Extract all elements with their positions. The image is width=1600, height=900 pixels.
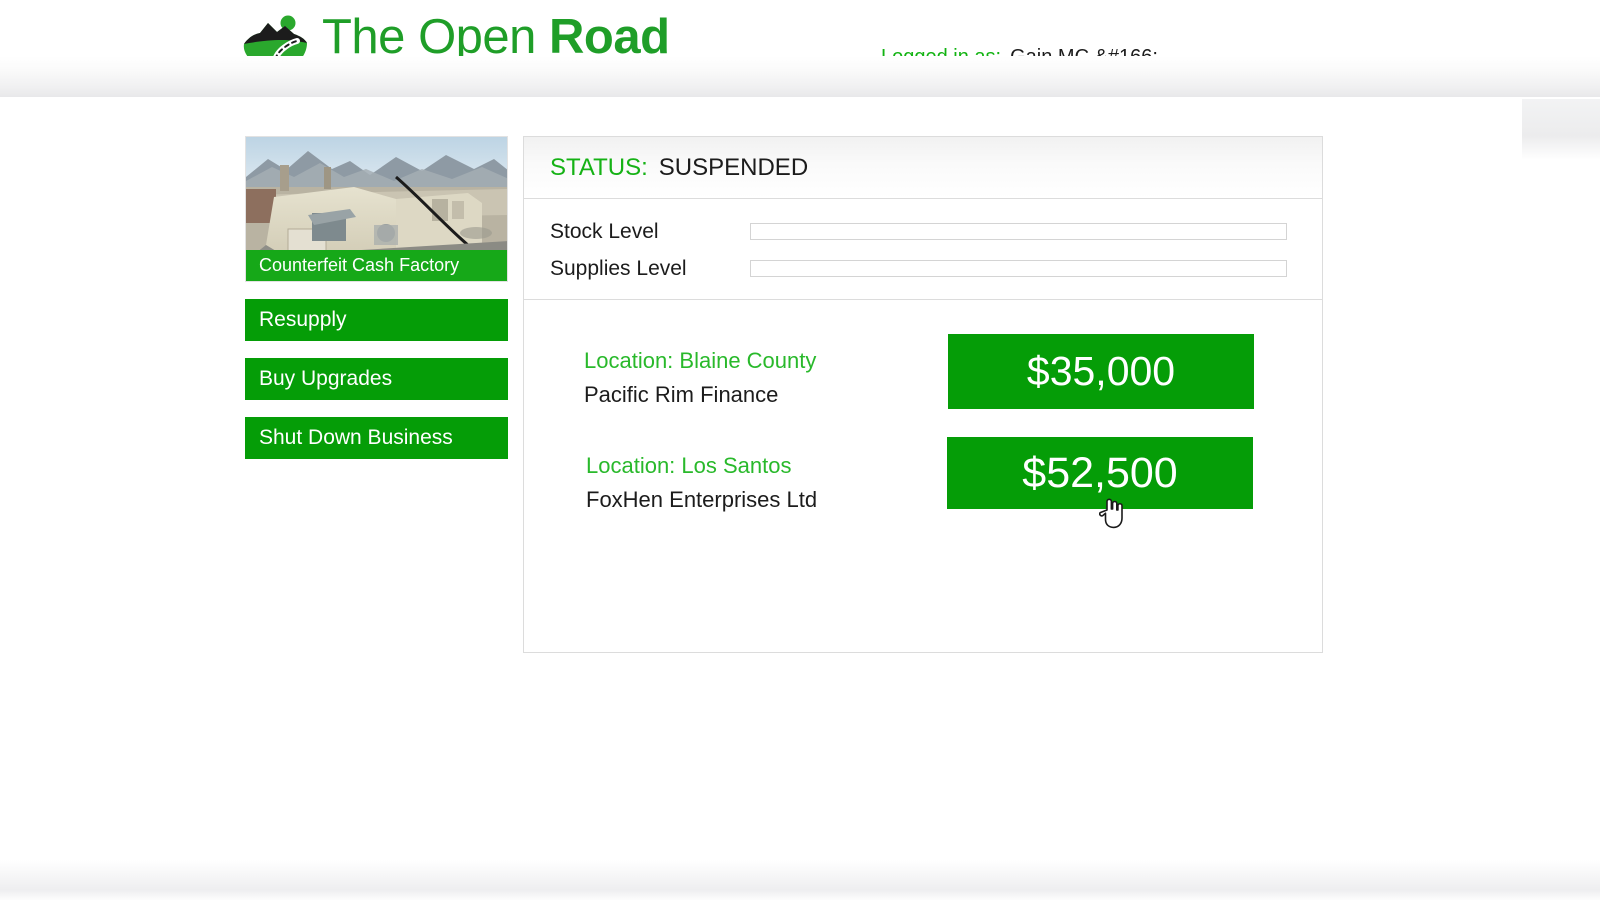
header-divider-line (0, 97, 1600, 99)
business-name-caption: Counterfeit Cash Factory (246, 250, 507, 281)
supplies-level-row: Supplies Level (524, 250, 1322, 287)
deal-location: Location: Blaine County (584, 348, 817, 373)
stock-level-row: Stock Level (524, 213, 1322, 250)
deal-info: Location: Los Santos FoxHen Enterprises … (584, 437, 924, 517)
stock-level-meter (750, 223, 1287, 240)
status-badge: SUSPENDED (658, 153, 809, 181)
status-label: STATUS: (550, 153, 648, 181)
deal-price-button[interactable]: $35,000 (948, 334, 1254, 409)
deal-info: Location: Blaine County Pacific Rim Fina… (584, 334, 924, 412)
page-root: The Open Road Admin Tools Logged in as:G… (0, 0, 1600, 900)
status-header: STATUS: SUSPENDED (524, 137, 1322, 199)
deal-row: Location: Blaine County Pacific Rim Fina… (524, 334, 1322, 437)
site-header: The Open Road Admin Tools Logged in as:G… (0, 0, 1600, 87)
levels-section: Stock Level Supplies Level (524, 199, 1322, 300)
business-detail-panel: STATUS: SUSPENDED Stock Level Supplies L… (523, 136, 1323, 653)
deal-row: Location: Los Santos FoxHen Enterprises … (524, 437, 1322, 540)
stock-level-label: Stock Level (550, 219, 659, 243)
deal-company: Pacific Rim Finance (584, 382, 779, 407)
supplies-level-label: Supplies Level (550, 256, 687, 280)
sidebar-item-shut-down-business[interactable]: Shut Down Business (245, 417, 508, 459)
header-divider-gradient (0, 56, 1600, 98)
sidebar-item-resupply[interactable]: Resupply (245, 299, 508, 341)
sidebar-item-buy-upgrades[interactable]: Buy Upgrades (245, 358, 508, 400)
supplies-level-meter (750, 260, 1287, 277)
deal-location: Location: Los Santos (586, 453, 792, 478)
deal-company: FoxHen Enterprises Ltd (586, 487, 818, 512)
deal-list: Location: Blaine County Pacific Rim Fina… (524, 300, 1322, 540)
business-thumbnail[interactable]: Counterfeit Cash Factory (245, 136, 508, 282)
footer-gradient (0, 860, 1600, 900)
pointer-hand-cursor (1098, 496, 1125, 530)
sidebar: Counterfeit Cash Factory Resupply Buy Up… (245, 136, 508, 459)
